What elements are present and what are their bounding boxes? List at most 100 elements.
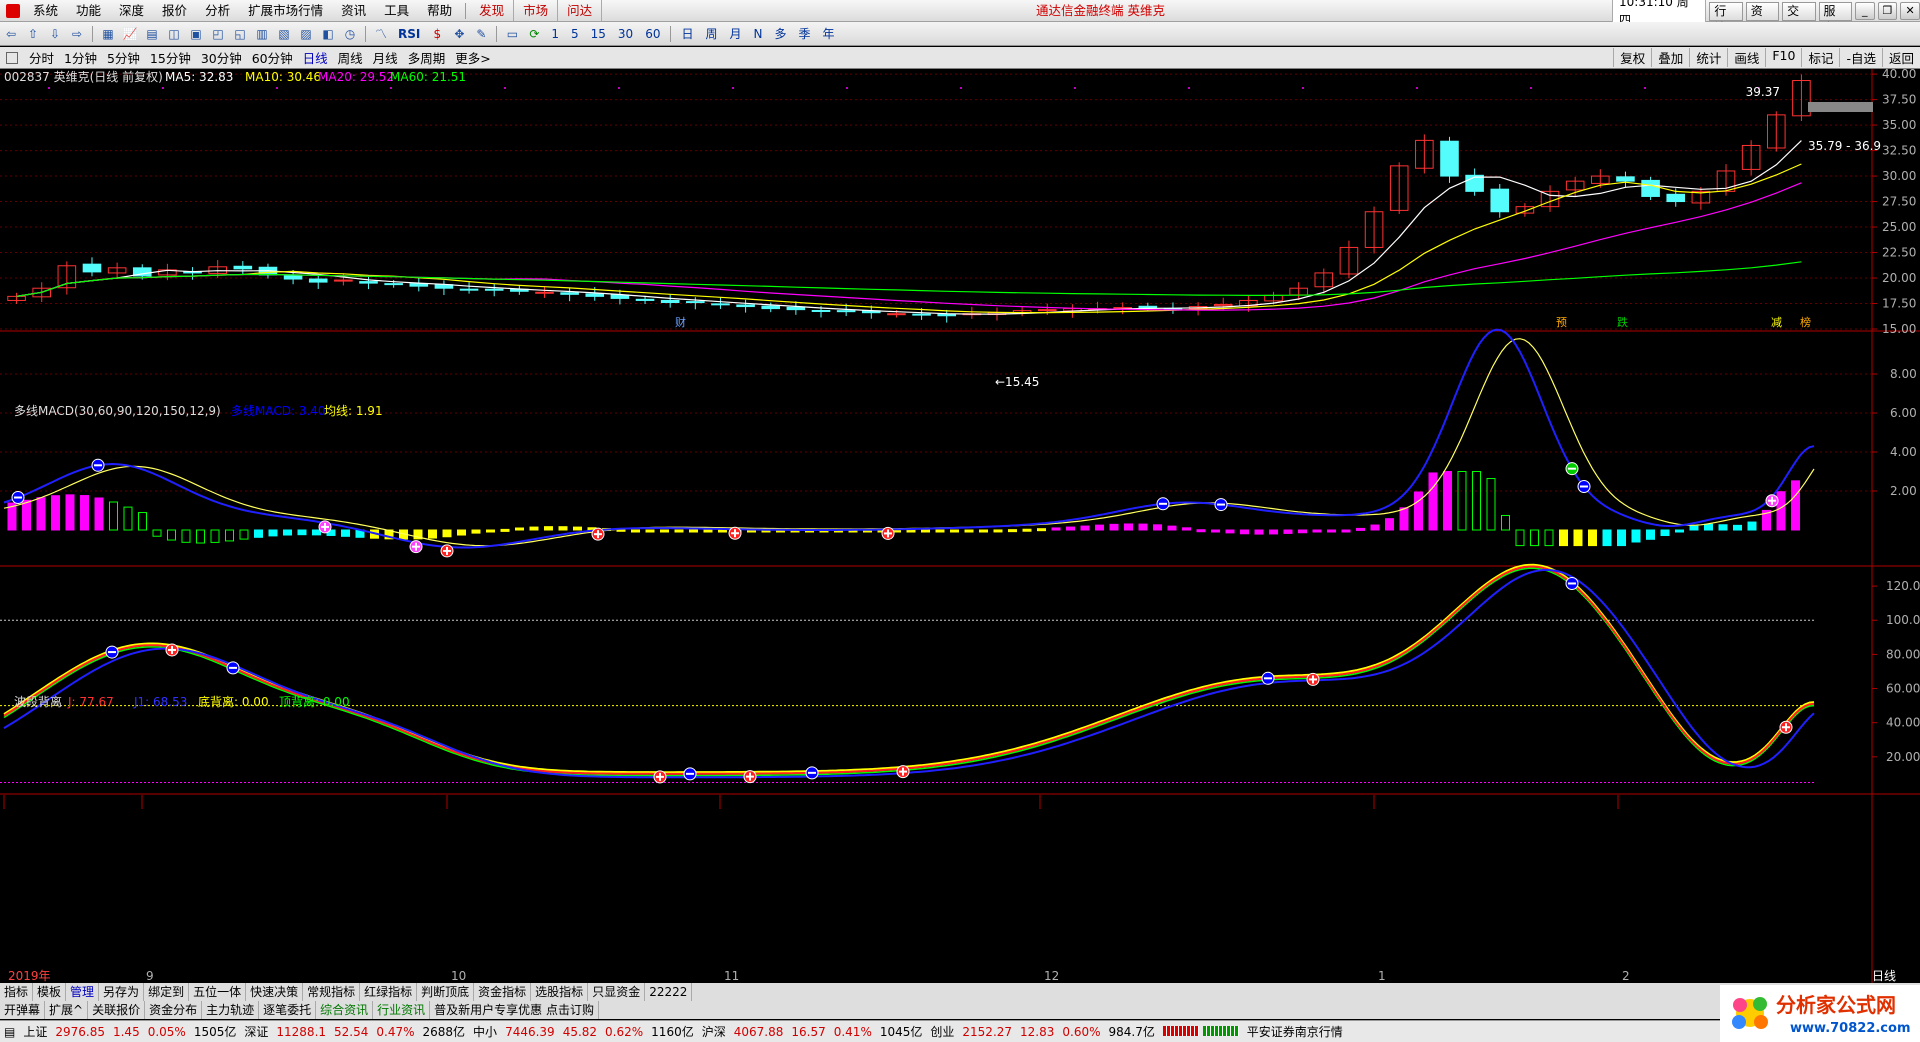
top-button-2[interactable]: 交易 (1782, 1, 1816, 35)
period-tab-5[interactable]: 60分钟 (247, 48, 298, 67)
pencil-icon[interactable]: ✎ (472, 25, 490, 43)
window-icon[interactable]: ◱ (231, 25, 249, 43)
menu-item-7[interactable]: 工具 (375, 0, 418, 21)
menu-highlight-2[interactable]: 问达 (558, 0, 603, 21)
function-tab-5[interactable]: 逐笔委托 (259, 1001, 317, 1019)
indicator-tab-9[interactable]: 判断顶底 (417, 983, 475, 1001)
period-tab-4[interactable]: 30分钟 (196, 48, 247, 67)
minimize-icon[interactable]: _ (1854, 2, 1875, 20)
indicator-tab-8[interactable]: 红绿指标 (360, 983, 418, 1001)
indicator-tab-2[interactable]: 管理 (66, 983, 100, 1001)
status-index-name-4[interactable]: 创业 (926, 1023, 958, 1040)
indicator-tab-6[interactable]: 快速决策 (246, 983, 304, 1001)
monitor-icon[interactable]: ◧ (319, 25, 337, 43)
menu-item-2[interactable]: 深度 (110, 0, 153, 21)
function-tab-3[interactable]: 资金分布 (145, 1001, 203, 1019)
top-button-1[interactable]: 资讯 (1745, 1, 1780, 35)
menu-item-5[interactable]: 扩展市场行情 (239, 0, 332, 21)
indicator-tab-4[interactable]: 绑定到 (144, 983, 190, 1001)
function-tab-6[interactable]: 综合资讯 (316, 1001, 374, 1019)
dollar-icon[interactable]: $ (428, 25, 446, 43)
period-quarter-button[interactable]: 季 (793, 25, 817, 42)
period-right-2[interactable]: 统计 (1689, 48, 1727, 67)
period-15-button[interactable]: 15 (585, 27, 612, 41)
status-index-name-3[interactable]: 沪深 (698, 1023, 730, 1040)
top-button-0[interactable]: 行情 (1709, 1, 1743, 35)
period-5-button[interactable]: 5 (565, 27, 585, 41)
period-week-button[interactable]: 周 (700, 25, 724, 42)
fz-icon[interactable]: ▨ (297, 25, 315, 43)
line-chart-icon[interactable]: 〽 (372, 25, 390, 43)
indicator-tab-5[interactable]: 五位一体 (189, 983, 247, 1001)
status-index-name-0[interactable]: 上证 (19, 1023, 51, 1040)
refresh-icon[interactable]: ⟳ (525, 25, 543, 43)
back-arrow-icon[interactable]: ⇦ (2, 25, 20, 43)
status-index-name-2[interactable]: 中小 (469, 1023, 501, 1040)
period-tab-7[interactable]: 周线 (333, 48, 368, 67)
layout-icon[interactable]: ▣ (187, 25, 205, 43)
forward-arrow-icon[interactable]: ⇨ (68, 25, 86, 43)
status-menu-icon[interactable]: ▤ (0, 1025, 19, 1039)
compare-icon[interactable]: ◫ (165, 25, 183, 43)
menu-item-4[interactable]: 分析 (196, 0, 239, 21)
table-icon[interactable]: ▤ (143, 25, 161, 43)
menu-highlight-1[interactable]: 市场 (514, 0, 559, 21)
period-tab-10[interactable]: 更多> (450, 48, 495, 67)
indicator-tab-7[interactable]: 常规指标 (303, 983, 361, 1001)
period-right-1[interactable]: 叠加 (1651, 48, 1689, 67)
indicator-tab-0[interactable]: 指标 (0, 983, 34, 1001)
function-tab-8[interactable]: 普及新用户专享优惠 点击订购 (430, 1001, 599, 1019)
period-right-7[interactable]: 返回 (1881, 48, 1920, 67)
menu-item-6[interactable]: 资讯 (332, 0, 375, 21)
period-right-4[interactable]: F10 (1765, 48, 1801, 67)
indicator-tab-10[interactable]: 资金指标 (474, 983, 532, 1001)
info-icon[interactable]: ▧ (275, 25, 293, 43)
note-icon[interactable]: ▥ (253, 25, 271, 43)
move-icon[interactable]: ✥ (450, 25, 468, 43)
close-icon[interactable]: ✕ (1900, 2, 1920, 20)
period-month-button[interactable]: 月 (724, 25, 748, 42)
period-right-6[interactable]: -自选 (1839, 48, 1882, 67)
period-tab-3[interactable]: 15分钟 (145, 48, 196, 67)
indicator-tab-3[interactable]: 另存为 (99, 983, 145, 1001)
panel-toggle-icon[interactable] (6, 51, 18, 64)
top-button-3[interactable]: 服务 (1818, 1, 1852, 35)
function-tab-4[interactable]: 主力轨迹 (202, 1001, 260, 1019)
indicator-tab-11[interactable]: 选股指标 (531, 983, 589, 1001)
period-30-button[interactable]: 30 (612, 27, 639, 41)
period-right-0[interactable]: 复权 (1613, 48, 1651, 67)
fs-icon[interactable]: ▭ (503, 25, 521, 43)
period-tab-6[interactable]: 日线 (298, 48, 333, 67)
period-right-5[interactable]: 标记 (1801, 48, 1839, 67)
period-right-3[interactable]: 画线 (1727, 48, 1765, 67)
period-day-button[interactable]: 日 (675, 25, 699, 42)
kline-icon[interactable]: 📈 (121, 25, 139, 43)
period-n-button[interactable]: N (748, 27, 769, 41)
indicator-tab-13[interactable]: 22222 (645, 983, 693, 1001)
menu-item-0[interactable]: 系统 (24, 0, 67, 21)
function-tab-1[interactable]: 扩展^ (45, 1001, 89, 1019)
indicator-tab-1[interactable]: 模板 (33, 983, 67, 1001)
menu-item-1[interactable]: 功能 (67, 0, 110, 21)
up-arrow-icon[interactable]: ⇧ (24, 25, 42, 43)
chart-canvas[interactable]: 财 预 跌 减 榜 40.00 37.50 35.00 32.50 30.00 27.50 25.0… (0, 69, 1920, 983)
clock-icon[interactable]: ◷ (341, 25, 359, 43)
period-tab-9[interactable]: 多周期 (403, 48, 451, 67)
period-tab-0[interactable]: 分时 (24, 48, 59, 67)
period-tab-8[interactable]: 月线 (368, 48, 403, 67)
restore-icon[interactable]: ❐ (1877, 2, 1898, 20)
period-year-button[interactable]: 年 (817, 25, 841, 42)
quote-grid-icon[interactable]: ▦ (99, 25, 117, 43)
function-tab-7[interactable]: 行业资讯 (373, 1001, 431, 1019)
rsi-button[interactable]: RSI (392, 27, 426, 41)
period-tab-2[interactable]: 5分钟 (102, 48, 145, 67)
indicator-tab-12[interactable]: 只显资金 (588, 983, 646, 1001)
menu-item-3[interactable]: 报价 (153, 0, 196, 21)
f10-icon[interactable]: ◰ (209, 25, 227, 43)
function-tab-0[interactable]: 开弹幕 (0, 1001, 46, 1019)
function-tab-2[interactable]: 关联报价 (88, 1001, 146, 1019)
app-logo-icon[interactable] (6, 3, 20, 18)
period-multi-button[interactable]: 多 (769, 25, 793, 42)
menu-highlight-0[interactable]: 发现 (470, 0, 515, 21)
status-right-label[interactable]: 平安证券南京行情 (1243, 1023, 1347, 1040)
